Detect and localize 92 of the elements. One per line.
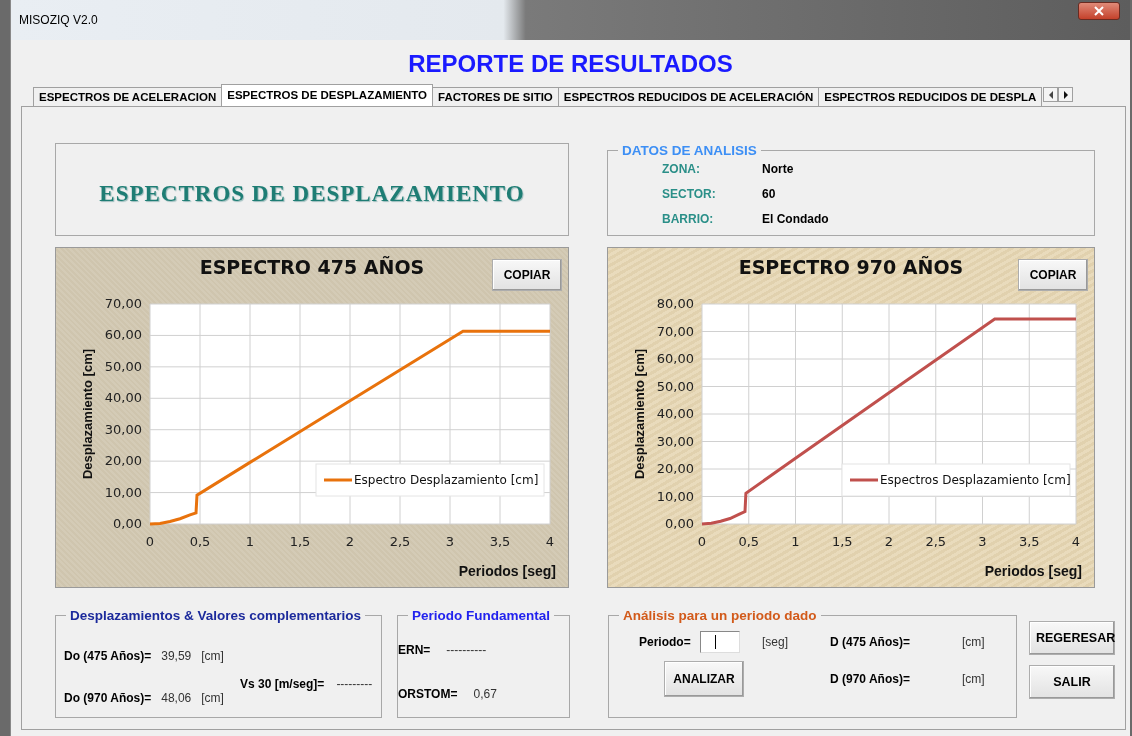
y-tick-label: 20,00 <box>656 461 694 476</box>
x-tick-label: 1,5 <box>289 534 311 549</box>
x-tick-label: 4 <box>545 534 555 549</box>
group-title: Desplazamientos & Valores complementarios <box>69 608 363 623</box>
y-tick-label: 30,00 <box>104 421 142 437</box>
scroll-right-button[interactable] <box>1058 87 1074 102</box>
text-cursor <box>715 635 716 649</box>
analyze-button[interactable]: ANALIZAR <box>664 661 744 697</box>
x-tick-label: 4 <box>1071 534 1081 549</box>
y-tick-label: 50,00 <box>104 358 142 374</box>
y-axis-title: Desplazamiento [cm] <box>632 349 647 479</box>
field-label: Periodo= <box>639 635 692 649</box>
report-heading: REPORTE DE RESULTADOS <box>407 49 734 79</box>
unit-label: [cm] <box>201 691 224 705</box>
field-value: El Condado <box>762 212 830 226</box>
x-tick-label: 0 <box>697 534 707 549</box>
unit-label: [cm] <box>962 672 986 686</box>
tab[interactable]: ESPECTROS DE DESPLAZAMIENTO <box>221 84 433 106</box>
field-value: Norte <box>762 162 795 176</box>
field-label: BARRIO: <box>662 212 715 226</box>
value-text: 39,59 <box>161 649 192 663</box>
y-tick-label: 0,00 <box>113 516 142 531</box>
x-tick-label: 0,5 <box>738 534 760 549</box>
close-icon <box>1094 6 1104 16</box>
copy-button[interactable]: COPIAR <box>1018 259 1088 291</box>
value-label: Do (970 Años)= <box>64 691 152 705</box>
value-label: D (475 Años)= <box>830 635 911 649</box>
tab[interactable]: ESPECTROS REDUCIDOS DE DESPLA <box>818 87 1043 106</box>
unit-label: [cm] <box>201 649 224 663</box>
x-tick-label: 0,5 <box>189 534 211 549</box>
tab[interactable]: ESPECTROS DE ACELERACION <box>33 87 223 106</box>
unit-label: [seg] <box>761 635 789 649</box>
x-axis-title: Periodos [seg] <box>458 563 556 579</box>
legend-swatch <box>850 478 878 482</box>
value-text: 48,06 <box>161 691 192 705</box>
x-tick-label: 0 <box>145 534 155 549</box>
close-button[interactable] <box>1078 2 1120 20</box>
period-input[interactable] <box>700 631 740 653</box>
action-button[interactable]: REGERESAR <box>1029 621 1115 655</box>
unit-label: [cm] <box>962 635 986 649</box>
scroll-left-button[interactable] <box>1043 87 1059 102</box>
group-title: Análisis para un periodo dado <box>622 608 818 623</box>
window-title: MISOZIQ V2.0 <box>19 13 98 27</box>
group-title: DATOS DE ANALISIS <box>621 143 758 158</box>
x-tick-label: 3 <box>445 534 455 549</box>
legend-swatch <box>324 478 352 482</box>
right-arrow-icon <box>1062 90 1069 99</box>
y-tick-label: 60,00 <box>104 327 142 343</box>
left-arrow-icon <box>1047 90 1054 99</box>
x-tick-label: 3 <box>978 534 987 549</box>
field-label: ZONA: <box>662 162 701 176</box>
y-tick-label: 50,00 <box>656 378 694 394</box>
x-tick-label: 2 <box>884 534 894 549</box>
value-label: D (970 Años)= <box>830 672 911 686</box>
y-tick-label: 40,00 <box>104 390 142 406</box>
y-tick-label: 30,00 <box>656 433 694 449</box>
x-axis-title: Periodos [seg] <box>984 563 1082 579</box>
y-tick-label: 80,00 <box>656 296 694 311</box>
x-tick-label: 3,5 <box>1018 534 1040 549</box>
y-tick-label: 10,00 <box>104 484 142 500</box>
x-tick-label: 2,5 <box>925 534 947 549</box>
x-tick-label: 1 <box>791 534 800 549</box>
legend-label: Espectros Desplazamiento [cm] <box>880 473 1071 487</box>
group-title: Periodo Fundamental <box>411 608 551 623</box>
field-value: 60 <box>762 187 777 201</box>
y-tick-label: 10,00 <box>656 488 694 504</box>
value-label: ORSTOM= <box>398 687 458 701</box>
x-tick-label: 3,5 <box>489 534 511 549</box>
value-text: ---------- <box>446 643 487 657</box>
y-tick-label: 70,00 <box>104 296 142 311</box>
chart-title: ESPECTRO 475 AÑOS <box>199 255 425 278</box>
x-tick-label: 2 <box>345 534 355 549</box>
x-tick-label: 1 <box>245 534 255 549</box>
field-label: SECTOR: <box>662 187 717 201</box>
value-label: Do (475 Años)= <box>64 649 152 663</box>
y-tick-label: 20,00 <box>104 453 142 469</box>
y-axis-title: Desplazamiento [cm] <box>80 349 95 479</box>
chart-title: ESPECTRO 970 AÑOS <box>738 255 964 278</box>
y-tick-label: 60,00 <box>656 351 694 366</box>
value-text: --------- <box>336 677 373 691</box>
value-label: ERN= <box>398 643 431 657</box>
legend-label: Espectro Desplazamiento [cm] <box>354 473 539 487</box>
x-tick-label: 1,5 <box>831 534 853 549</box>
y-tick-label: 0,00 <box>665 516 694 531</box>
section-title: ESPECTROS DE DESPLAZAMIENTO <box>99 179 525 207</box>
value-text: 0,67 <box>473 687 497 701</box>
y-tick-label: 40,00 <box>656 406 694 421</box>
action-button[interactable]: SALIR <box>1029 665 1115 699</box>
x-tick-label: 2,5 <box>389 534 411 549</box>
value-label: Vs 30 [m/seg]= <box>240 677 325 691</box>
copy-button[interactable]: COPIAR <box>492 259 562 291</box>
y-tick-label: 70,00 <box>656 323 694 339</box>
